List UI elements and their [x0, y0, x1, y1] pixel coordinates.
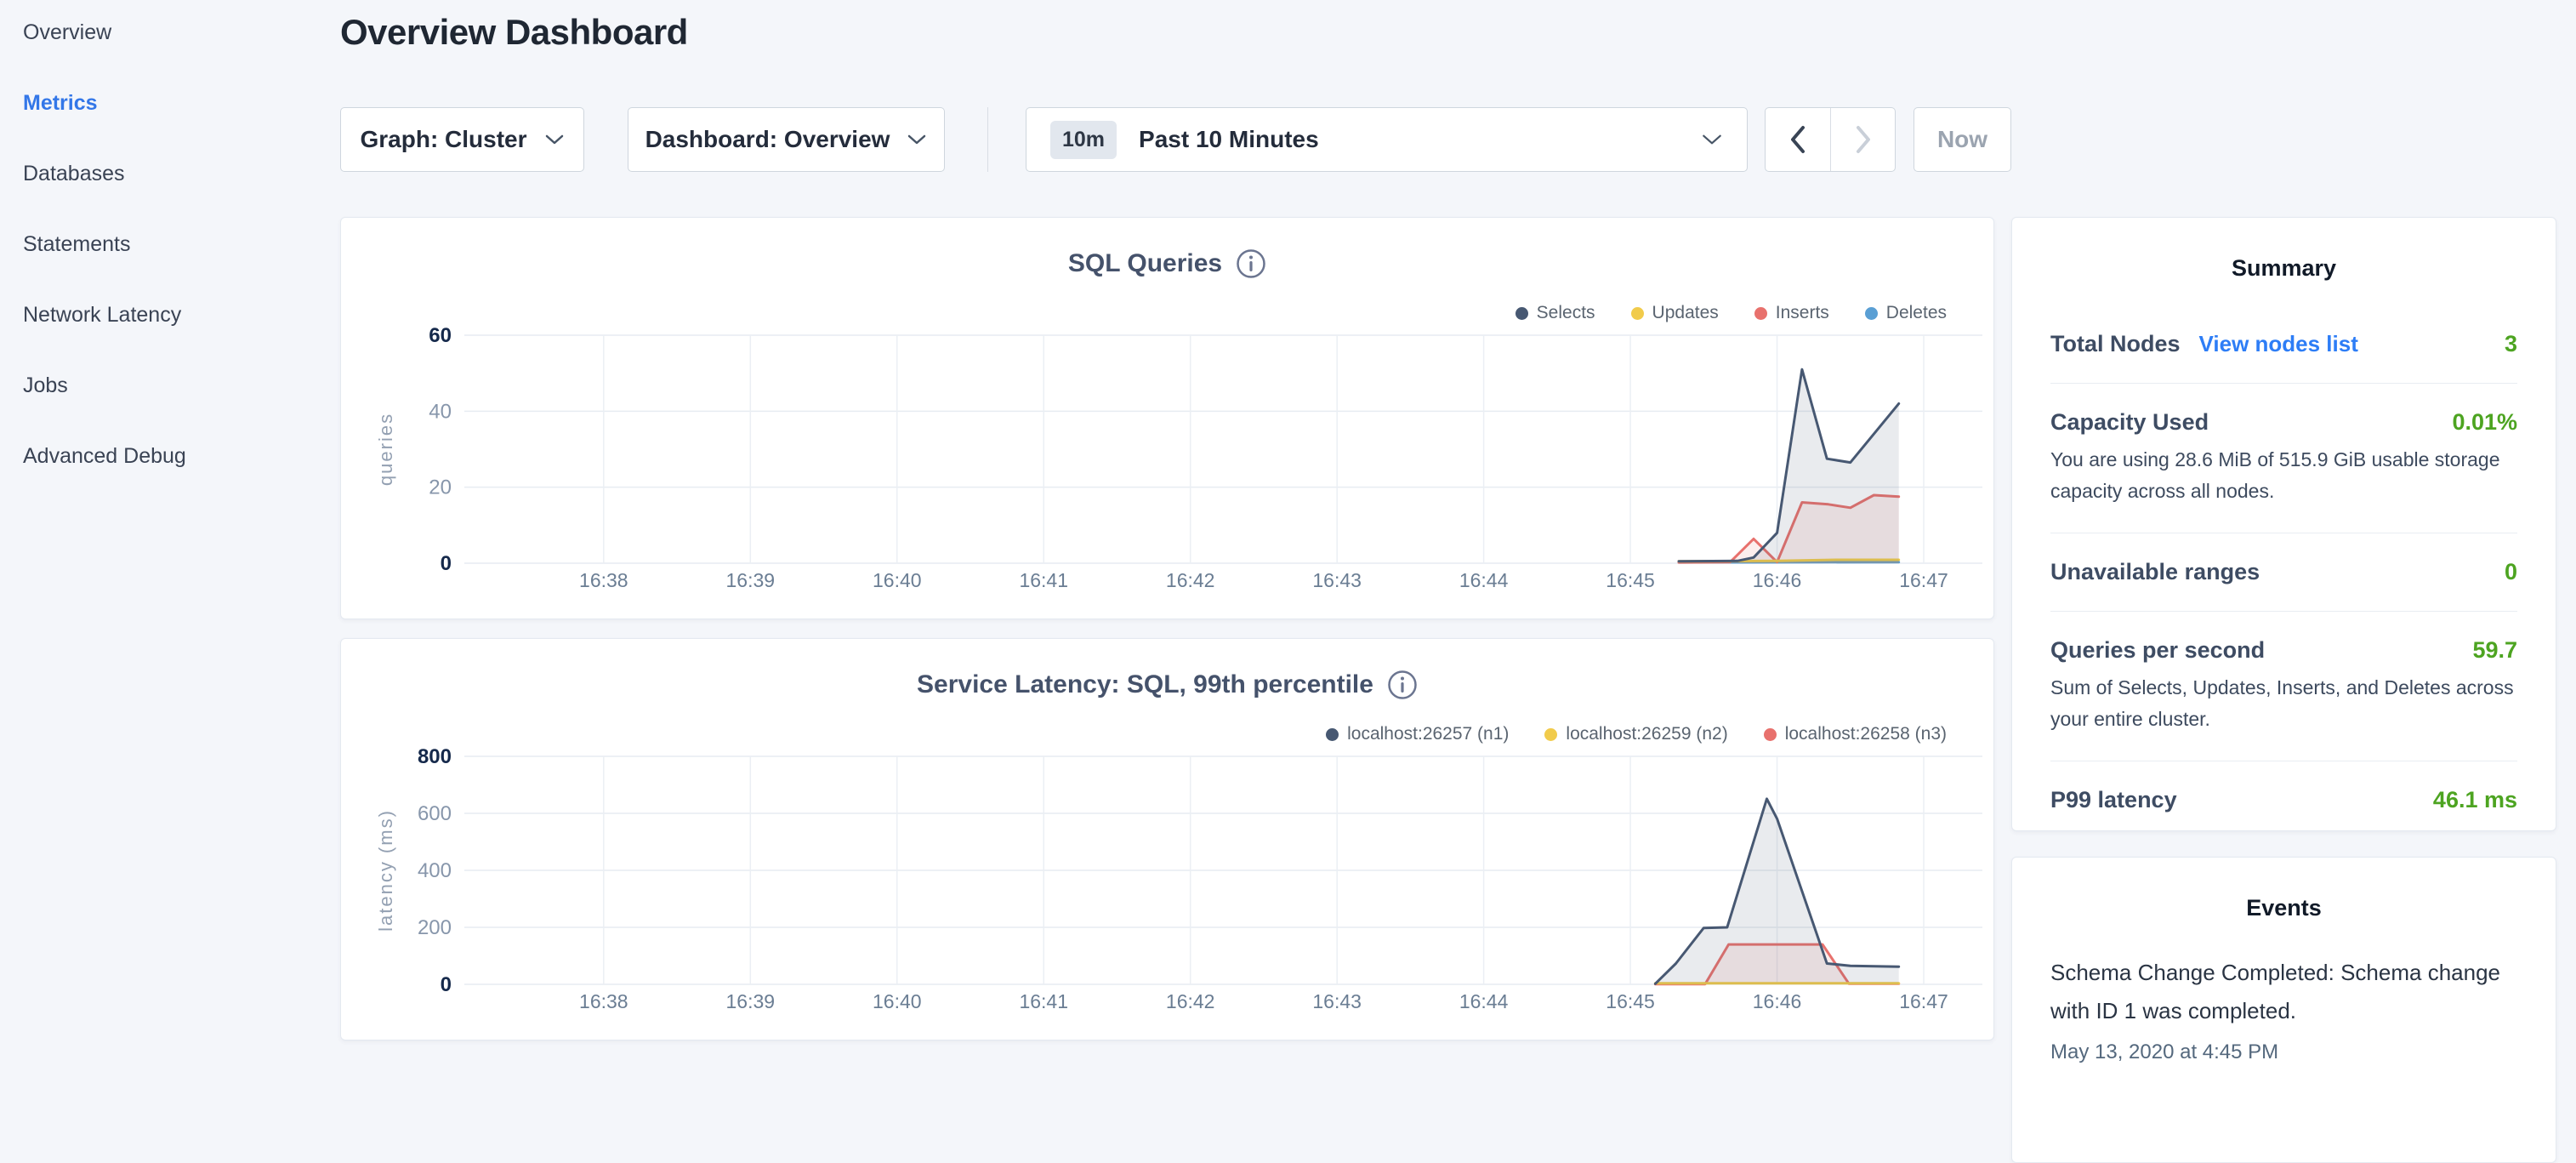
svg-text:16:47: 16:47: [1899, 990, 1948, 1012]
svg-text:60: 60: [429, 324, 452, 347]
svg-text:200: 200: [418, 916, 452, 939]
svg-text:16:38: 16:38: [579, 569, 628, 591]
svg-text:16:40: 16:40: [873, 569, 922, 591]
svg-text:16:47: 16:47: [1899, 569, 1948, 591]
sidebar-item-advanced-debug[interactable]: Advanced Debug: [23, 444, 340, 515]
svg-text:16:38: 16:38: [579, 990, 628, 1012]
sql-queries-chart-card: SQL Queries SelectsUpdatesInsertsDeletes…: [340, 217, 1994, 619]
sidebar-item-overview[interactable]: Overview: [23, 20, 340, 91]
events-panel: Events Schema Change Completed: Schema c…: [2011, 857, 2556, 1163]
charts-column: SQL Queries SelectsUpdatesInsertsDeletes…: [340, 217, 1994, 1059]
capacity-used-value: 0.01%: [2452, 409, 2517, 436]
divider: [2050, 611, 2517, 612]
svg-text:16:43: 16:43: [1312, 569, 1362, 591]
time-range-label: Past 10 Minutes: [1139, 126, 1701, 153]
page-title: Overview Dashboard: [340, 12, 688, 53]
chart-title: Service Latency: SQL, 99th percentile: [917, 670, 1373, 699]
capacity-used-label: Capacity Used: [2050, 409, 2209, 436]
svg-text:16:45: 16:45: [1606, 569, 1655, 591]
svg-text:queries: queries: [375, 413, 396, 486]
dashboard-dropdown-label: Dashboard: Overview: [645, 126, 890, 153]
p99-latency-value: 46.1 ms: [2433, 787, 2517, 813]
dashboard-dropdown[interactable]: Dashboard: Overview: [628, 107, 945, 172]
svg-text:16:44: 16:44: [1459, 990, 1509, 1012]
unavailable-ranges-value: 0: [2505, 559, 2517, 585]
summary-title: Summary: [2050, 255, 2517, 282]
svg-text:0: 0: [441, 973, 452, 996]
svg-text:16:43: 16:43: [1312, 990, 1362, 1012]
svg-text:16:42: 16:42: [1166, 990, 1215, 1012]
graph-dropdown[interactable]: Graph: Cluster: [340, 107, 584, 172]
svg-text:16:45: 16:45: [1606, 990, 1655, 1012]
summary-row-total-nodes: Total Nodes View nodes list 3: [2050, 331, 2517, 357]
divider: [2050, 383, 2517, 384]
time-range-dropdown[interactable]: 10m Past 10 Minutes: [1026, 107, 1748, 172]
service-latency-chart: 0 200 400 600 800 16:38 16:39 16:40 16:41 16:42 16…: [341, 739, 1995, 1033]
capacity-used-description: You are using 28.6 MiB of 515.9 GiB usab…: [2050, 444, 2517, 507]
right-column: Summary Total Nodes View nodes list 3 Ca…: [2011, 217, 2556, 1163]
chevron-down-icon: [544, 133, 565, 146]
sidebar-item-metrics[interactable]: Metrics: [23, 91, 340, 162]
svg-text:16:40: 16:40: [873, 990, 922, 1012]
graph-dropdown-label: Graph: Cluster: [360, 126, 526, 153]
sidebar-item-statements[interactable]: Statements: [23, 232, 340, 303]
events-title: Events: [2050, 895, 2517, 921]
svg-text:16:39: 16:39: [726, 990, 776, 1012]
chart-title: SQL Queries: [1068, 249, 1222, 278]
total-nodes-label: Total Nodes: [2050, 331, 2181, 357]
controls-divider: [987, 107, 988, 172]
summary-row-capacity: Capacity Used 0.01%: [2050, 409, 2517, 436]
now-button[interactable]: Now: [1914, 107, 2011, 172]
svg-text:16:46: 16:46: [1753, 990, 1802, 1012]
svg-text:16:41: 16:41: [1019, 569, 1068, 591]
svg-text:20: 20: [429, 476, 452, 499]
svg-text:800: 800: [418, 745, 452, 768]
sidebar-nav: Overview Metrics Databases Statements Ne…: [0, 0, 340, 1052]
svg-text:16:39: 16:39: [726, 569, 776, 591]
time-step-forward-button[interactable]: [1830, 108, 1895, 171]
qps-label: Queries per second: [2050, 637, 2265, 664]
p99-latency-label: P99 latency: [2050, 787, 2177, 813]
time-range-badge: 10m: [1050, 121, 1117, 159]
svg-text:latency (ms): latency (ms): [375, 809, 396, 932]
svg-text:600: 600: [418, 802, 452, 825]
sql-queries-chart: 0 20 40 60 16:38 16:39 16:40 16:41 16:42 16:43 16:…: [341, 318, 1995, 612]
dashboard-controls: Graph: Cluster Dashboard: Overview 10m P…: [340, 107, 2011, 172]
event-message: Schema Change Completed: Schema change w…: [2050, 954, 2517, 1030]
unavailable-ranges-label: Unavailable ranges: [2050, 559, 2260, 585]
time-step-buttons: [1765, 107, 1896, 172]
info-icon[interactable]: [1236, 248, 1266, 279]
qps-description: Sum of Selects, Updates, Inserts, and De…: [2050, 672, 2517, 735]
service-latency-chart-card: Service Latency: SQL, 99th percentile lo…: [340, 638, 1994, 1040]
time-step-back-button[interactable]: [1766, 108, 1830, 171]
sidebar-item-network-latency[interactable]: Network Latency: [23, 303, 340, 373]
summary-row-p99: P99 latency 46.1 ms: [2050, 787, 2517, 813]
sidebar-item-databases[interactable]: Databases: [23, 162, 340, 232]
svg-text:400: 400: [418, 859, 452, 882]
view-nodes-list-link[interactable]: View nodes list: [2199, 331, 2358, 357]
svg-text:40: 40: [429, 400, 452, 423]
info-icon[interactable]: [1387, 670, 1418, 700]
summary-row-qps: Queries per second 59.7: [2050, 637, 2517, 664]
event-timestamp: May 13, 2020 at 4:45 PM: [2050, 1040, 2517, 1064]
svg-text:16:41: 16:41: [1019, 990, 1068, 1012]
svg-text:16:46: 16:46: [1753, 569, 1802, 591]
summary-row-unavailable-ranges: Unavailable ranges 0: [2050, 559, 2517, 585]
qps-value: 59.7: [2472, 637, 2517, 664]
svg-text:16:42: 16:42: [1166, 569, 1215, 591]
summary-panel: Summary Total Nodes View nodes list 3 Ca…: [2011, 217, 2556, 831]
svg-text:0: 0: [441, 552, 452, 575]
total-nodes-value: 3: [2505, 331, 2517, 357]
sidebar-item-jobs[interactable]: Jobs: [23, 373, 340, 444]
chevron-down-icon: [907, 133, 927, 146]
chevron-down-icon: [1701, 132, 1723, 147]
svg-text:16:44: 16:44: [1459, 569, 1509, 591]
